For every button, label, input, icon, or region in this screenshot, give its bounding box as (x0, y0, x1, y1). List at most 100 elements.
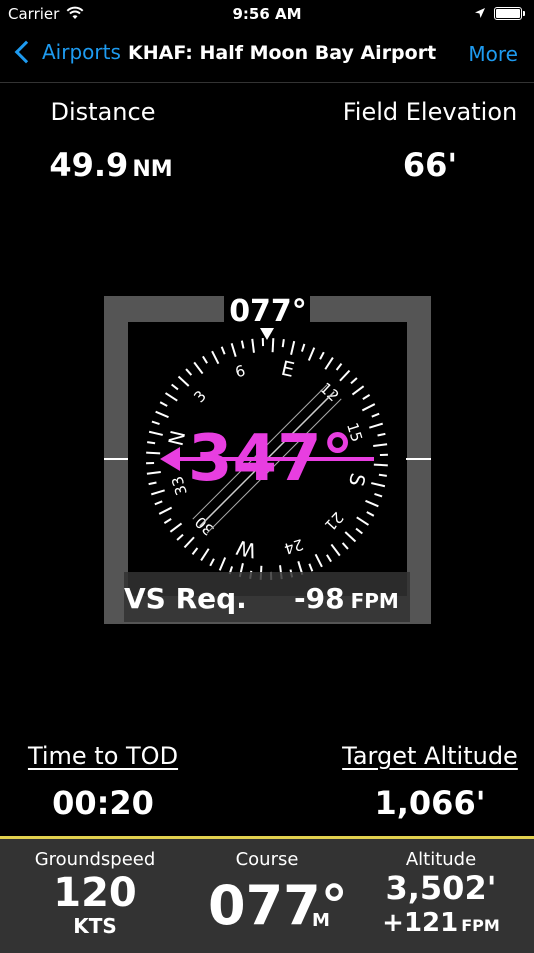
compass-tick (291, 341, 294, 355)
compass-label: 6 (233, 361, 247, 381)
compass-tick (373, 444, 387, 446)
compass-tick (186, 369, 191, 375)
groundspeed-value: 120 (6, 874, 184, 912)
target-altitude-label[interactable]: Target Altitude (330, 742, 530, 770)
compass-tick (222, 347, 225, 354)
altitude-label: Altitude (352, 849, 530, 870)
vs-required-label: VS Req. (124, 582, 247, 615)
compass-tick (302, 344, 304, 352)
compass-tick (210, 559, 214, 566)
vs-required-unit: FPM (351, 589, 399, 613)
compass-tick (149, 482, 157, 484)
clock: 9:56 AM (0, 5, 534, 23)
compass-tick (363, 395, 370, 399)
back-button[interactable]: Airports (12, 40, 121, 64)
compass-tick (365, 501, 378, 506)
compass-tick (166, 393, 178, 401)
compass-tick (283, 339, 284, 347)
distance-unit: NM (132, 157, 172, 182)
compass-tick (147, 442, 155, 443)
compass-tick (374, 494, 382, 496)
compass-label: E (279, 356, 297, 382)
compass-label: 21 (321, 508, 347, 534)
vertical-speed-unit: FPM (461, 916, 500, 935)
compass-label: 24 (282, 535, 306, 558)
more-button[interactable]: More (468, 42, 518, 66)
flight-data-panel: Groundspeed 120 KTS Course 077° M Altitu… (0, 836, 534, 953)
compass-tick (151, 490, 164, 494)
vertical-speed-value: +121 (382, 908, 458, 938)
compass-label: 3 (190, 387, 210, 406)
compass-tick (156, 412, 169, 417)
compass-tick (327, 555, 331, 562)
compass-tick (170, 523, 181, 531)
bearing-arrow-icon (160, 447, 180, 471)
compass-tick (325, 358, 333, 370)
compass-tick (201, 549, 209, 561)
compass-tick (212, 351, 218, 363)
course-block: Course 077° M (178, 839, 356, 940)
time-to-tod-label[interactable]: Time to TOD (0, 742, 206, 770)
compass-tick (160, 402, 167, 406)
compass-tick (172, 385, 178, 390)
compass-tick (316, 554, 322, 566)
compass-tick (337, 364, 342, 370)
compass-tick (152, 422, 160, 424)
compass-tick (252, 339, 254, 353)
compass-tick (149, 432, 163, 435)
field-elevation-value: 66' (330, 146, 530, 184)
time-to-tod-value: 00:20 (0, 784, 206, 822)
compass-tick (273, 338, 274, 352)
altitude-value: 3,502' (352, 872, 530, 904)
compass-tick (378, 434, 386, 436)
compass-tick (309, 348, 314, 361)
compass-tick (351, 378, 357, 383)
compass-tick (374, 465, 388, 466)
course-unit: M (312, 910, 330, 931)
compass-tick (159, 508, 171, 514)
compass-tick (331, 544, 339, 555)
vs-required-readout: -98FPM (294, 582, 399, 615)
compass-tick (309, 564, 312, 571)
compass-tick (177, 535, 183, 540)
compass-tick (155, 501, 162, 504)
compass-tick (242, 341, 244, 349)
compass-tick (184, 537, 194, 547)
bearing-readout: 347° (188, 422, 348, 496)
compass-tick (356, 529, 362, 534)
compass-tick (379, 475, 387, 476)
groundspeed-unit: KTS (6, 914, 184, 938)
distance-value: 49.9 (49, 146, 128, 184)
compass-tick (320, 352, 324, 359)
compass-tick (352, 386, 363, 394)
compass-tick (340, 371, 350, 381)
compass-tick (179, 376, 189, 386)
vertical-speed-readout: +121FPM (352, 908, 530, 938)
compass-tick (194, 362, 202, 373)
compass-label: W (234, 535, 259, 563)
compass-tick (369, 424, 382, 428)
compass-tick (147, 472, 161, 474)
vs-required-value: -98 (294, 582, 345, 615)
page-title: KHAF: Half Moon Bay Airport (128, 42, 436, 64)
status-bar: Carrier 9:56 AM (0, 0, 534, 28)
compass-tick (345, 532, 355, 542)
compass-tick (203, 356, 207, 363)
heading-readout: 077° (218, 294, 318, 328)
location-arrow-icon (474, 7, 486, 19)
compass-tick (146, 453, 160, 454)
compass-tick (371, 483, 385, 486)
compass-tick (164, 519, 171, 523)
compass-tick (193, 548, 198, 554)
groundspeed-label: Groundspeed (6, 849, 184, 870)
compass-tick (362, 404, 374, 410)
distance-label: Distance (0, 98, 206, 126)
compass-tick (372, 414, 379, 417)
compass-tick (357, 517, 369, 525)
compass-tick (343, 543, 348, 549)
distance-readout: 49.9NM (0, 146, 222, 184)
groundspeed-block: Groundspeed 120 KTS (6, 839, 184, 938)
course-readout: 077° M (178, 870, 356, 940)
compass-label: N (163, 428, 190, 448)
navigation-bar: Airports KHAF: Half Moon Bay Airport Mor… (0, 28, 534, 83)
